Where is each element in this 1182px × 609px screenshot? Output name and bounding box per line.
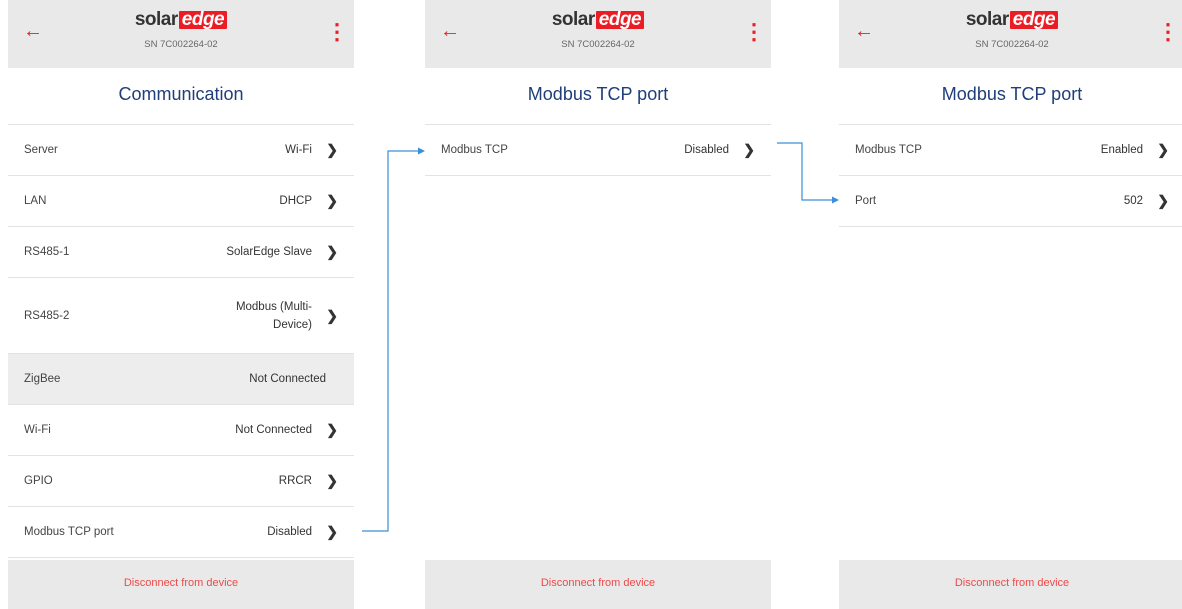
screen-communication: ← solar edge SN 7C002264-02 ⋮ Communicati… — [8, 0, 354, 609]
row-value: SolarEdge Slave — [226, 246, 312, 258]
row-value: DHCP — [279, 195, 312, 207]
more-vertical-icon[interactable]: ⋮ — [1157, 18, 1179, 46]
connector-line-1 — [362, 150, 418, 532]
serial-number: SN 7C002264-02 — [975, 39, 1049, 50]
solaredge-logo: solar edge — [839, 9, 1182, 31]
disconnect-button[interactable]: Disconnect from device — [8, 560, 354, 609]
row-value: Modbus (Multi- Device) — [236, 298, 312, 334]
chevron-right-icon: ❯ — [326, 307, 338, 323]
row-value: RRCR — [278, 475, 312, 487]
row-label: Wi-Fi — [24, 424, 51, 436]
screen-modbus-tcp-enabled: ← solar edge SN 7C002264-02 ⋮ Modbus TCP … — [839, 0, 1182, 609]
settings-list: Modbus TCP Enabled ❯ Port 502 ❯ — [839, 124, 1182, 227]
row-label: Modbus TCP port — [24, 526, 114, 538]
row-label: ZigBee — [24, 373, 61, 385]
row-value: 502 — [1123, 195, 1143, 207]
row-value-line1: Modbus (Multi- — [235, 300, 312, 313]
row-value: Not Connected — [249, 373, 326, 385]
page-title: Modbus TCP port — [941, 84, 1083, 104]
chevron-right-icon: ❯ — [326, 523, 338, 540]
row-label: Modbus TCP — [855, 144, 922, 156]
app-bar: ← solar edge SN 7C002264-02 ⋮ — [839, 0, 1182, 68]
row-value-line2: Device) — [273, 318, 312, 331]
screen-modbus-tcp-disabled: ← solar edge SN 7C002264-02 ⋮ Modbus TCP … — [425, 0, 771, 609]
row-value: Disabled — [267, 526, 312, 538]
chevron-right-icon: ❯ — [326, 192, 338, 209]
row-label: GPIO — [24, 475, 53, 487]
row-port[interactable]: Port 502 ❯ — [839, 176, 1182, 227]
chevron-right-icon: ❯ — [326, 141, 338, 158]
row-label: RS485-2 — [24, 309, 70, 322]
row-rs485-1[interactable]: RS485-1 SolarEdge Slave ❯ — [8, 227, 354, 278]
serial-number: SN 7C002264-02 — [144, 39, 218, 50]
row-value: Enabled — [1100, 144, 1143, 156]
row-modbus-tcp-port[interactable]: Modbus TCP port Disabled ❯ — [8, 507, 354, 558]
disconnect-button[interactable]: Disconnect from device — [839, 560, 1182, 609]
chevron-right-icon: ❯ — [1157, 192, 1169, 209]
page-title: Modbus TCP port — [527, 84, 669, 104]
row-label: Port — [855, 195, 877, 207]
serial-number: SN 7C002264-02 — [561, 39, 635, 50]
more-vertical-icon[interactable]: ⋮ — [743, 18, 765, 46]
solaredge-logo: solar edge — [425, 9, 771, 31]
settings-list: Server Wi-Fi ❯ LAN DHCP ❯ RS485-1 SolarE… — [8, 124, 354, 558]
row-value: Wi-Fi — [285, 144, 312, 156]
chevron-right-icon: ❯ — [743, 141, 755, 158]
app-bar: ← solar edge SN 7C002264-02 ⋮ — [425, 0, 771, 68]
settings-list: Modbus TCP Disabled ❯ — [425, 124, 771, 176]
page-title: Communication — [118, 84, 244, 104]
chevron-right-icon: ❯ — [1157, 141, 1169, 158]
row-value: Not Connected — [235, 424, 312, 436]
row-label: LAN — [24, 195, 47, 207]
chevron-right-icon: ❯ — [326, 421, 338, 438]
more-vertical-icon[interactable]: ⋮ — [326, 18, 348, 46]
row-modbus-tcp[interactable]: Modbus TCP Enabled ❯ — [839, 125, 1182, 176]
row-wifi[interactable]: Wi-Fi Not Connected ❯ — [8, 405, 354, 456]
row-label: RS485-1 — [24, 246, 70, 258]
row-server[interactable]: Server Wi-Fi ❯ — [8, 125, 354, 176]
row-lan[interactable]: LAN DHCP ❯ — [8, 176, 354, 227]
connector-line-2 — [777, 142, 832, 201]
solaredge-logo: solar edge — [8, 9, 354, 31]
arrow-right-icon — [418, 147, 425, 155]
row-rs485-2[interactable]: RS485-2 Modbus (Multi- Device) ❯ — [8, 278, 354, 354]
chevron-right-icon: ❯ — [326, 243, 338, 260]
arrow-right-icon — [832, 196, 839, 204]
row-label: Server — [24, 144, 58, 156]
chevron-right-icon: ❯ — [326, 472, 338, 489]
app-bar: ← solar edge SN 7C002264-02 ⋮ — [8, 0, 354, 68]
row-label: Modbus TCP — [441, 144, 508, 156]
row-gpio[interactable]: GPIO RRCR ❯ — [8, 456, 354, 507]
row-zigbee: ZigBee Not Connected — [8, 354, 354, 405]
row-value: Disabled — [684, 144, 729, 156]
disconnect-button[interactable]: Disconnect from device — [425, 560, 771, 609]
row-modbus-tcp[interactable]: Modbus TCP Disabled ❯ — [425, 125, 771, 176]
